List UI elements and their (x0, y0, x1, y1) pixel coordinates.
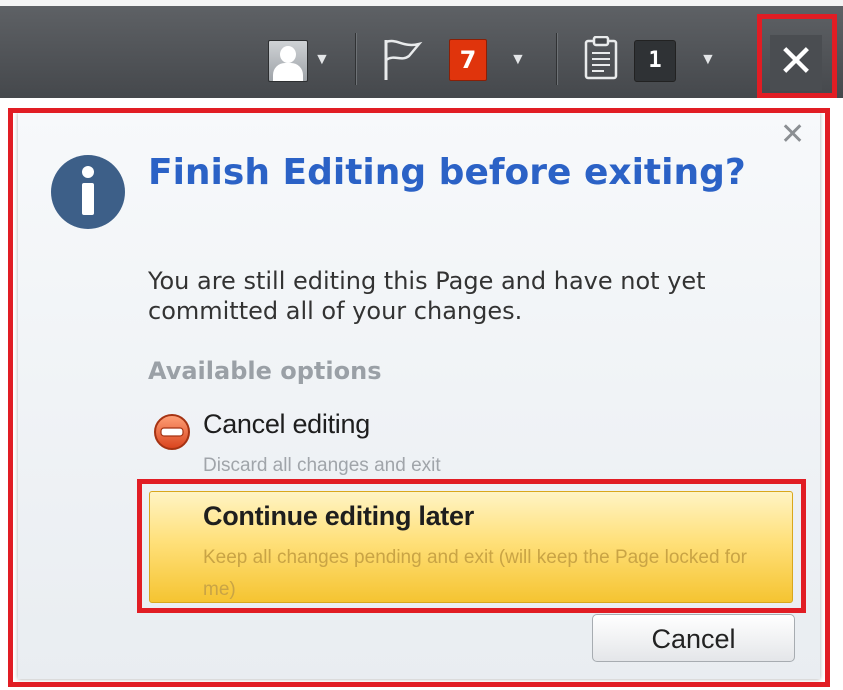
close-icon[interactable]: ✕ (770, 35, 822, 91)
option-description: Keep all changes pending and exit (will … (203, 547, 747, 600)
clipboard-icon[interactable] (584, 35, 618, 85)
minus-circle-icon (152, 412, 192, 457)
user-avatar-icon[interactable] (268, 40, 308, 82)
option-label: Cancel editing (203, 409, 370, 439)
clipboard-count-badge[interactable]: 1 (634, 40, 676, 82)
cancel-editing-option[interactable]: Cancel editing Discard all changes and e… (150, 403, 770, 481)
info-icon (49, 153, 127, 236)
options-heading: Available options (148, 357, 382, 385)
dialog-close-icon[interactable]: ✕ (780, 120, 805, 150)
dialog-message: You are still editing this Page and have… (148, 267, 706, 325)
dialog-title: Finish Editing before exiting? (148, 152, 746, 193)
chevron-down-icon[interactable]: ▼ (314, 52, 330, 68)
flag-icon[interactable] (383, 38, 423, 87)
toolbar-divider (355, 33, 356, 85)
toolbar-divider (556, 33, 557, 85)
chevron-down-icon[interactable]: ▼ (510, 52, 526, 68)
option-description: Discard all changes and exit (203, 455, 441, 476)
continue-editing-later-option[interactable]: Continue editing later Keep all changes … (149, 491, 793, 603)
cancel-button[interactable]: Cancel (592, 614, 795, 662)
notification-count-badge[interactable]: 7 (449, 39, 487, 81)
option-label: Continue editing later (203, 501, 474, 531)
top-toolbar: ▼ 7 ▼ 1 ▼ ✕ (0, 0, 843, 98)
chevron-down-icon[interactable]: ▼ (700, 52, 716, 68)
